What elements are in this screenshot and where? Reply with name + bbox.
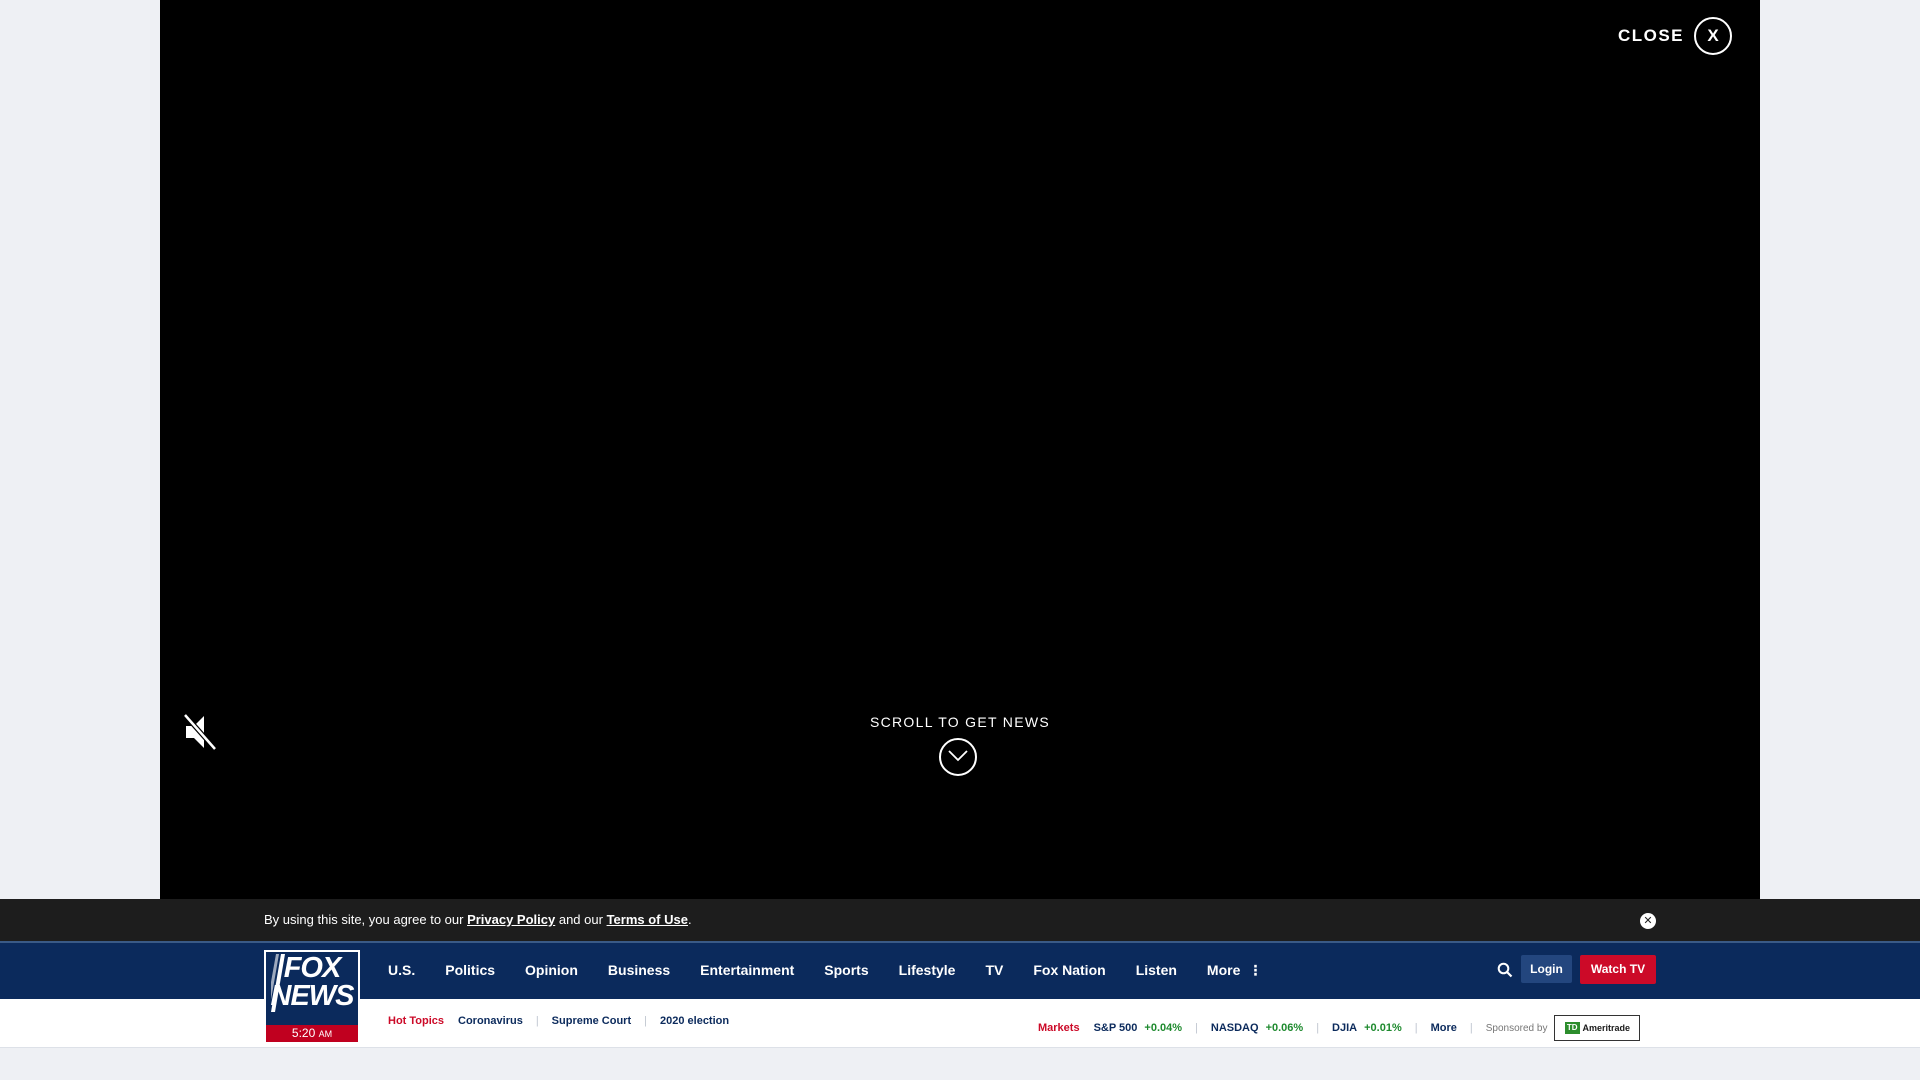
scroll-cta-label: SCROLL TO GET NEWS [869, 714, 1051, 730]
sponsor-mark: TD [1564, 1022, 1580, 1034]
local-time: 5:20 AM [266, 1025, 358, 1042]
logo-time-value: 5:20 [291, 1026, 316, 1040]
logo-line2: NEWS [270, 980, 355, 1012]
search-icon[interactable] [1497, 962, 1513, 978]
markets-more-link[interactable]: More [1431, 1022, 1457, 1034]
close-icon[interactable]: ✕ [1640, 913, 1656, 929]
nav-menu: U.S. Politics Opinion Business Entertain… [388, 962, 1292, 979]
scroll-to-news[interactable]: SCROLL TO GET NEWS [160, 714, 1760, 781]
logo-wordmark: FOX NEWS [266, 952, 358, 1012]
sponsored-label: Sponsored by [1485, 1022, 1548, 1034]
divider: | [1414, 1022, 1418, 1034]
divider: | [1316, 1022, 1320, 1034]
privacy-policy-link[interactable]: Privacy Policy [467, 912, 555, 927]
nav-item-entertainment[interactable]: Entertainment [700, 962, 794, 979]
hot-topics-bar: Hot Topics Coronavirus | Supreme Court |… [388, 1015, 729, 1027]
sponsor-logo[interactable]: TD Ameritrade [1554, 1015, 1641, 1041]
nav-item-business[interactable]: Business [608, 962, 670, 979]
nav-item-tv[interactable]: TV [985, 962, 1003, 979]
nav-item-fox-nation[interactable]: Fox Nation [1033, 962, 1105, 979]
logo-line1: FOX [283, 952, 342, 984]
ticker-name[interactable]: DJIA [1332, 1022, 1357, 1034]
nav-item-us[interactable]: U.S. [388, 962, 415, 979]
nav-item-opinion[interactable]: Opinion [525, 962, 578, 979]
privacy-text-middle: and our [555, 912, 607, 927]
topic-link[interactable]: Supreme Court [552, 1015, 631, 1027]
nav-item-lifestyle[interactable]: Lifestyle [899, 962, 956, 979]
more-dots-icon: ⋮ [1248, 962, 1263, 978]
nav-item-sports[interactable]: Sports [824, 962, 868, 979]
ticker-name[interactable]: S&P 500 [1094, 1022, 1138, 1034]
hot-topics-label: Hot Topics [388, 1015, 445, 1027]
privacy-text-after: . [687, 912, 692, 927]
divider: | [1469, 1022, 1473, 1034]
markets-bar: Markets S&P 500 +0.04% | NASDAQ +0.06% |… [1038, 1015, 1641, 1041]
divider: | [535, 1015, 539, 1027]
divider: | [1195, 1022, 1198, 1034]
topic-link[interactable]: Coronavirus [458, 1015, 523, 1027]
close-video-button[interactable]: CLOSE X [1618, 17, 1732, 55]
nav-more-label: More [1206, 962, 1241, 978]
ticker-change: +0.04% [1144, 1022, 1183, 1034]
divider: | [644, 1015, 647, 1027]
chevron-down-icon[interactable] [939, 738, 977, 776]
privacy-text-before: By using this site, you agree to our [264, 912, 468, 927]
ticker-name[interactable]: NASDAQ [1211, 1022, 1259, 1034]
watch-tv-button[interactable]: Watch TV [1580, 955, 1656, 984]
privacy-notice: By using this site, you agree to our Pri… [264, 912, 692, 927]
ticker-change: +0.06% [1265, 1022, 1304, 1034]
fox-news-logo[interactable]: FOX NEWS 5:20 AM [264, 950, 360, 1044]
nav-item-listen[interactable]: Listen [1136, 962, 1177, 979]
close-label: CLOSE [1617, 26, 1684, 45]
login-button[interactable]: Login [1521, 955, 1572, 983]
nav-item-more[interactable]: More ⋮ [1207, 962, 1262, 979]
ticker-change: +0.01% [1364, 1022, 1402, 1034]
topic-link[interactable]: 2020 election [660, 1015, 729, 1027]
logo-time-ampm: AM [318, 1029, 333, 1039]
close-icon[interactable]: X [1694, 17, 1732, 55]
markets-label[interactable]: Markets [1038, 1022, 1080, 1034]
sponsor-name: Ameritrade [1582, 1023, 1631, 1033]
nav-item-politics[interactable]: Politics [445, 962, 495, 979]
video-player[interactable]: CLOSE X SCROLL TO GET NEWS [160, 0, 1760, 899]
terms-of-use-link[interactable]: Terms of Use [607, 912, 688, 927]
privacy-banner: By using this site, you agree to our Pri… [0, 899, 1920, 943]
